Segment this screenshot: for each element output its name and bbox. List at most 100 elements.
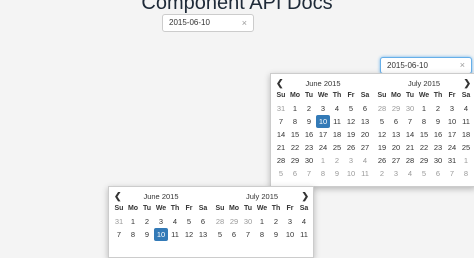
day-cell[interactable]: 6 xyxy=(358,102,372,115)
day-cell[interactable]: 11 xyxy=(459,115,473,128)
day-cell[interactable]: 8 xyxy=(417,115,431,128)
day-cell[interactable]: 3 xyxy=(445,102,459,115)
day-cell[interactable]: 18 xyxy=(330,128,344,141)
day-cell[interactable]: 1 xyxy=(459,154,473,167)
day-cell[interactable]: 6 xyxy=(431,167,445,180)
next-month-icon[interactable]: ❯ xyxy=(301,190,309,203)
day-cell[interactable]: 3 xyxy=(283,215,297,228)
day-cell[interactable]: 14 xyxy=(274,128,288,141)
day-cell[interactable]: 30 xyxy=(241,215,255,228)
day-cell-selected[interactable]: 10 xyxy=(316,115,330,128)
day-cell[interactable]: 24 xyxy=(316,141,330,154)
day-cell[interactable]: 4 xyxy=(297,215,311,228)
day-cell[interactable]: 7 xyxy=(241,228,255,241)
day-cell[interactable]: 18 xyxy=(459,128,473,141)
day-cell[interactable]: 4 xyxy=(168,215,182,228)
day-cell[interactable]: 21 xyxy=(403,141,417,154)
day-cell[interactable]: 26 xyxy=(344,141,358,154)
day-cell[interactable]: 4 xyxy=(403,167,417,180)
day-cell[interactable]: 11 xyxy=(330,115,344,128)
day-cell[interactable]: 7 xyxy=(302,167,316,180)
day-cell[interactable]: 27 xyxy=(358,141,372,154)
day-cell[interactable]: 10 xyxy=(445,115,459,128)
day-cell[interactable]: 7 xyxy=(403,115,417,128)
day-cell[interactable]: 13 xyxy=(389,128,403,141)
day-cell[interactable]: 11 xyxy=(358,167,372,180)
day-cell[interactable]: 5 xyxy=(274,167,288,180)
day-cell[interactable]: 13 xyxy=(358,115,372,128)
day-cell[interactable]: 26 xyxy=(375,154,389,167)
day-cell[interactable]: 4 xyxy=(358,154,372,167)
day-cell[interactable]: 7 xyxy=(445,167,459,180)
day-cell[interactable]: 30 xyxy=(302,154,316,167)
day-cell[interactable]: 12 xyxy=(344,115,358,128)
day-cell[interactable]: 1 xyxy=(126,215,140,228)
day-cell[interactable]: 2 xyxy=(302,102,316,115)
day-cell[interactable]: 31 xyxy=(445,154,459,167)
day-cell[interactable]: 14 xyxy=(403,128,417,141)
day-cell[interactable]: 28 xyxy=(403,154,417,167)
day-cell[interactable]: 8 xyxy=(126,228,140,241)
day-cell[interactable]: 5 xyxy=(375,115,389,128)
day-cell[interactable]: 8 xyxy=(459,167,473,180)
day-cell[interactable]: 22 xyxy=(417,141,431,154)
day-cell[interactable]: 10 xyxy=(344,167,358,180)
day-cell[interactable]: 2 xyxy=(431,102,445,115)
day-cell[interactable]: 17 xyxy=(316,128,330,141)
next-month-icon[interactable]: ❯ xyxy=(463,77,471,90)
day-cell[interactable]: 8 xyxy=(288,115,302,128)
day-cell[interactable]: 25 xyxy=(330,141,344,154)
day-cell[interactable]: 3 xyxy=(389,167,403,180)
day-cell[interactable]: 31 xyxy=(274,102,288,115)
day-cell[interactable]: 4 xyxy=(459,102,473,115)
day-cell[interactable]: 29 xyxy=(389,102,403,115)
day-cell[interactable]: 6 xyxy=(288,167,302,180)
day-cell[interactable]: 15 xyxy=(288,128,302,141)
day-cell[interactable]: 20 xyxy=(389,141,403,154)
day-cell[interactable]: 9 xyxy=(269,228,283,241)
day-cell[interactable]: 1 xyxy=(288,102,302,115)
day-cell[interactable]: 1 xyxy=(255,215,269,228)
day-cell[interactable]: 30 xyxy=(431,154,445,167)
clear-icon[interactable]: × xyxy=(242,18,247,28)
day-cell[interactable]: 29 xyxy=(417,154,431,167)
day-cell[interactable]: 23 xyxy=(431,141,445,154)
day-cell[interactable]: 1 xyxy=(316,154,330,167)
day-cell[interactable]: 24 xyxy=(445,141,459,154)
day-cell[interactable]: 15 xyxy=(417,128,431,141)
day-cell[interactable]: 2 xyxy=(375,167,389,180)
prev-month-icon[interactable]: ❮ xyxy=(114,190,122,203)
date-input-right[interactable]: 2015-06-10 × xyxy=(380,57,472,74)
day-cell[interactable]: 9 xyxy=(302,115,316,128)
day-cell[interactable]: 8 xyxy=(316,167,330,180)
day-cell[interactable]: 19 xyxy=(344,128,358,141)
date-input-top[interactable]: 2015-06-10 × xyxy=(162,14,254,32)
day-cell[interactable]: 6 xyxy=(389,115,403,128)
day-cell[interactable]: 12 xyxy=(182,228,196,241)
day-cell[interactable]: 27 xyxy=(389,154,403,167)
day-cell[interactable]: 2 xyxy=(330,154,344,167)
day-cell[interactable]: 6 xyxy=(196,215,210,228)
day-cell[interactable]: 29 xyxy=(227,215,241,228)
day-cell[interactable]: 10 xyxy=(283,228,297,241)
day-cell[interactable]: 9 xyxy=(140,228,154,241)
day-cell[interactable]: 5 xyxy=(344,102,358,115)
day-cell[interactable]: 3 xyxy=(154,215,168,228)
day-cell[interactable]: 1 xyxy=(417,102,431,115)
day-cell[interactable]: 12 xyxy=(375,128,389,141)
day-cell-selected[interactable]: 10 xyxy=(154,228,168,241)
day-cell[interactable]: 28 xyxy=(213,215,227,228)
day-cell[interactable]: 16 xyxy=(302,128,316,141)
day-cell[interactable]: 3 xyxy=(316,102,330,115)
day-cell[interactable]: 2 xyxy=(269,215,283,228)
day-cell[interactable]: 17 xyxy=(445,128,459,141)
day-cell[interactable]: 29 xyxy=(288,154,302,167)
day-cell[interactable]: 23 xyxy=(302,141,316,154)
day-cell[interactable]: 19 xyxy=(375,141,389,154)
day-cell[interactable]: 22 xyxy=(288,141,302,154)
day-cell[interactable]: 5 xyxy=(182,215,196,228)
day-cell[interactable]: 7 xyxy=(274,115,288,128)
day-cell[interactable]: 9 xyxy=(330,167,344,180)
day-cell[interactable]: 28 xyxy=(274,154,288,167)
day-cell[interactable]: 2 xyxy=(140,215,154,228)
